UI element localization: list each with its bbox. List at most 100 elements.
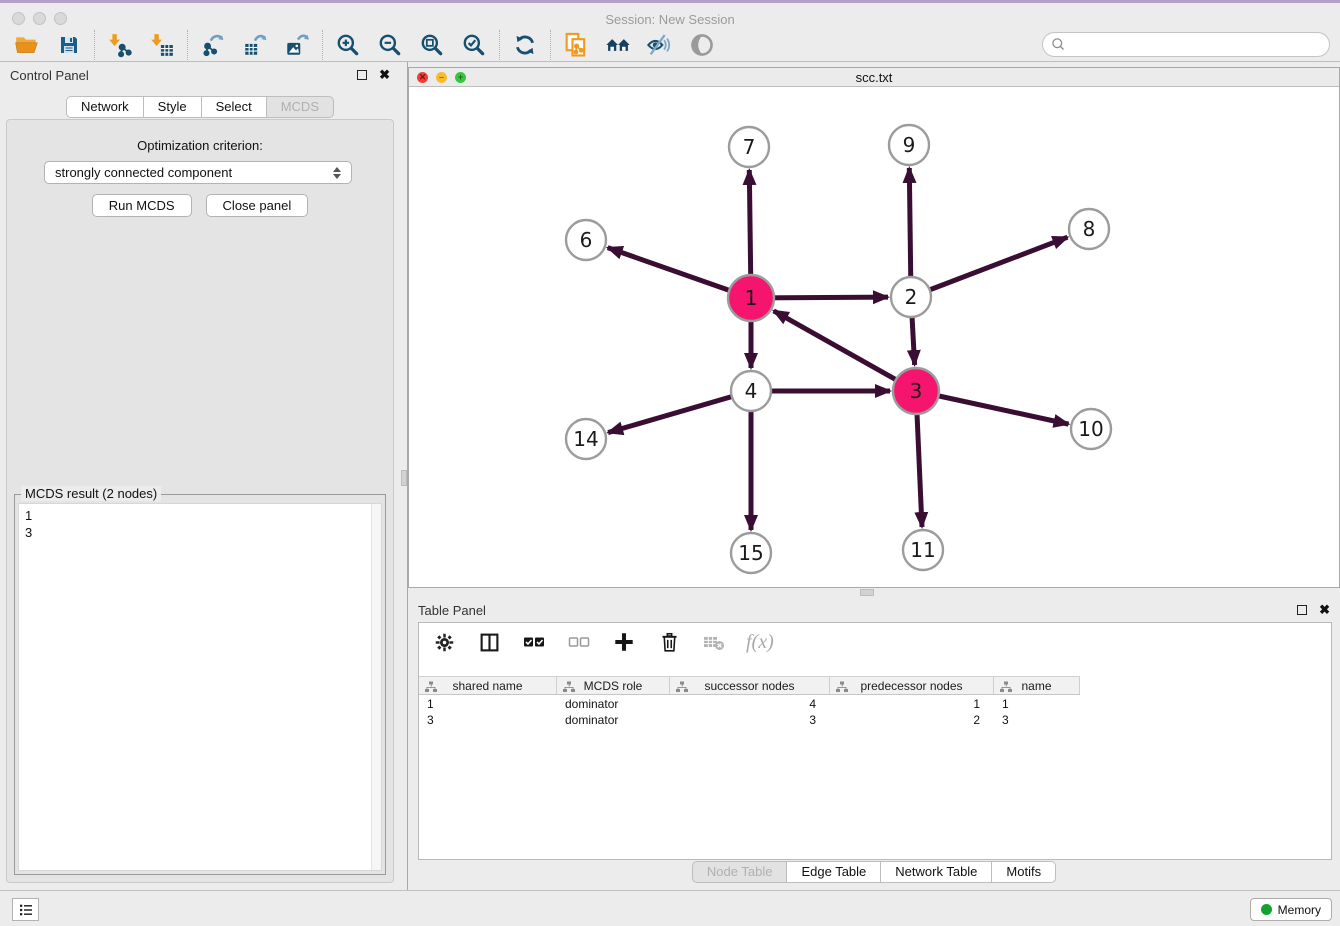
network-window-titlebar[interactable]: ✕ – + scc.txt [409, 68, 1339, 87]
show-graphics-icon[interactable] [681, 29, 723, 61]
network-graph: 1 2 3 4 6 7 8 9 10 11 14 15 [409, 87, 1339, 587]
edge-4-14[interactable] [608, 391, 751, 433]
table-row[interactable]: 1dominator411 [419, 697, 1080, 713]
column-header-successor-nodes[interactable]: successor nodes [670, 677, 830, 694]
cell[interactable]: dominator [557, 697, 670, 713]
table-row[interactable]: 3dominator323 [419, 713, 1080, 729]
mcds-result-fieldset: MCDS result (2 nodes) 1 3 [14, 494, 386, 875]
splitter-grip[interactable] [860, 589, 874, 596]
export-table-icon[interactable] [234, 29, 276, 61]
close-panel-button[interactable]: Close panel [206, 194, 309, 217]
run-mcds-button[interactable]: Run MCDS [92, 194, 192, 217]
node-3[interactable]: 3 [893, 368, 939, 414]
close-table-panel-icon[interactable]: ✖ [1319, 605, 1330, 615]
node-1[interactable]: 1 [728, 275, 774, 321]
result-scrollbar[interactable] [371, 504, 381, 870]
vertical-splitter[interactable] [400, 62, 408, 890]
cell[interactable]: dominator [557, 713, 670, 729]
cell[interactable]: 1 [419, 697, 557, 713]
zoom-out-icon[interactable] [369, 29, 411, 61]
node-14[interactable]: 14 [566, 419, 606, 459]
delete-table-icon[interactable] [701, 629, 727, 655]
cell[interactable]: 1 [994, 697, 1080, 713]
export-network-icon[interactable] [192, 29, 234, 61]
cell[interactable]: 3 [994, 713, 1080, 729]
zoom-in-icon[interactable] [327, 29, 369, 61]
table-header-row[interactable]: shared nameMCDS rolesuccessor nodesprede… [419, 676, 1080, 695]
svg-text:1: 1 [745, 286, 758, 310]
import-table-icon[interactable] [141, 29, 183, 61]
network-canvas[interactable]: 1 2 3 4 6 7 8 9 10 11 14 15 [409, 87, 1339, 587]
edge-3-1[interactable] [774, 311, 916, 391]
svg-text:7: 7 [743, 135, 756, 159]
tab-node-table[interactable]: Node Table [692, 861, 788, 883]
cell[interactable]: 3 [419, 713, 557, 729]
tab-style[interactable]: Style [144, 96, 202, 118]
toolbar-separator [499, 30, 500, 60]
control-panel-tabs: NetworkStyleSelectMCDS [0, 96, 400, 118]
node-table: f(x) shared nameMCDS rolesuccessor nodes… [418, 622, 1332, 860]
import-network-icon[interactable] [99, 29, 141, 61]
table-tabs: Node TableEdge TableNetwork TableMotifs [408, 861, 1340, 883]
show-panels-button[interactable] [12, 898, 39, 921]
cell[interactable]: 2 [830, 713, 994, 729]
columns-icon[interactable] [476, 629, 502, 655]
optimization-criterion-value: strongly connected component [55, 165, 232, 180]
float-table-panel-icon[interactable] [1297, 605, 1307, 615]
deselect-all-icon[interactable] [566, 629, 592, 655]
memory-button[interactable]: Memory [1250, 898, 1332, 921]
gear-icon[interactable] [431, 629, 457, 655]
refresh-icon[interactable] [504, 29, 546, 61]
tab-motifs[interactable]: Motifs [992, 861, 1056, 883]
svg-text:2: 2 [905, 285, 918, 309]
tab-edge-table[interactable]: Edge Table [787, 861, 881, 883]
node-6[interactable]: 6 [566, 220, 606, 260]
open-file-icon[interactable] [6, 29, 48, 61]
optimization-criterion-select[interactable]: strongly connected component [44, 161, 352, 184]
close-panel-icon[interactable]: ✖ [379, 70, 390, 80]
first-neighbors-icon[interactable] [597, 29, 639, 61]
column-header-shared-name[interactable]: shared name [419, 677, 557, 694]
function-builder-icon[interactable]: f(x) [746, 631, 774, 654]
zoom-selected-icon[interactable] [453, 29, 495, 61]
tab-network-table[interactable]: Network Table [881, 861, 992, 883]
node-7[interactable]: 7 [729, 127, 769, 167]
node-8[interactable]: 8 [1069, 209, 1109, 249]
svg-text:14: 14 [573, 427, 598, 451]
cell[interactable]: 1 [830, 697, 994, 713]
delete-column-icon[interactable] [656, 629, 682, 655]
column-header-name[interactable]: name [994, 677, 1080, 694]
svg-text:3: 3 [910, 379, 923, 403]
clone-network-icon[interactable] [555, 29, 597, 61]
edge-2-8[interactable] [911, 237, 1068, 297]
node-15[interactable]: 15 [731, 533, 771, 573]
search-input[interactable] [1066, 37, 1306, 52]
save-session-icon[interactable] [48, 29, 90, 61]
mcds-result-text[interactable]: 1 3 [18, 503, 382, 871]
cell[interactable]: 4 [670, 697, 830, 713]
float-panel-icon[interactable] [357, 70, 367, 80]
column-header-predecessor-nodes[interactable]: predecessor nodes [830, 677, 994, 694]
column-header-MCDS-role[interactable]: MCDS role [557, 677, 670, 694]
table-panel-title: Table Panel [418, 603, 486, 618]
svg-text:6: 6 [580, 228, 593, 252]
node-4[interactable]: 4 [731, 371, 771, 411]
cell[interactable]: 3 [670, 713, 830, 729]
splitter-grip[interactable] [401, 470, 407, 486]
zoom-fit-icon[interactable] [411, 29, 453, 61]
list-icon [18, 902, 34, 918]
svg-text:8: 8 [1083, 217, 1096, 241]
node-11[interactable]: 11 [903, 530, 943, 570]
add-column-icon[interactable] [611, 629, 637, 655]
export-image-icon[interactable] [276, 29, 318, 61]
node-10[interactable]: 10 [1071, 409, 1111, 449]
tab-select[interactable]: Select [202, 96, 267, 118]
tab-mcds[interactable]: MCDS [267, 96, 334, 118]
hide-graphics-icon[interactable] [639, 29, 681, 61]
search-box[interactable] [1042, 32, 1330, 57]
node-9[interactable]: 9 [889, 125, 929, 165]
node-2[interactable]: 2 [891, 277, 931, 317]
select-all-icon[interactable] [521, 629, 547, 655]
tab-network[interactable]: Network [66, 96, 144, 118]
horizontal-splitter[interactable] [408, 588, 1340, 597]
